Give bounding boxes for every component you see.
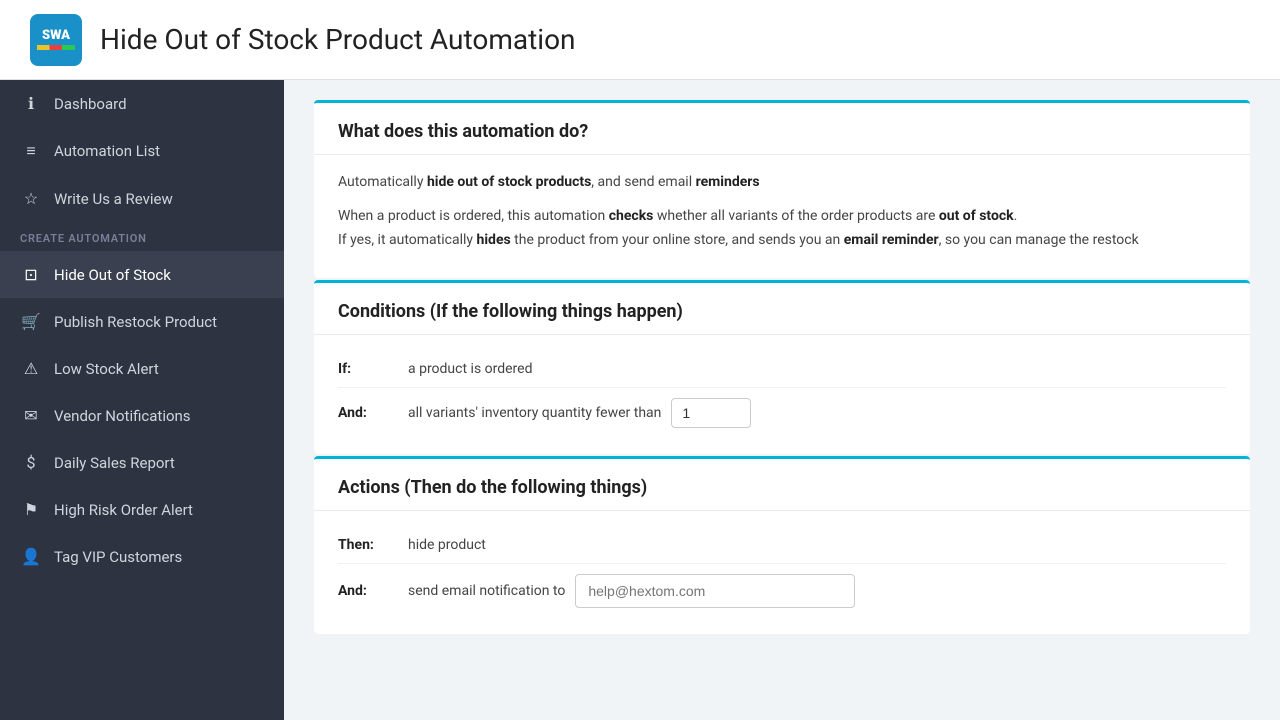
sidebar-item-write-review[interactable]: ☆ Write Us a Review [0,175,284,222]
logo-text: SWA [42,29,70,42]
email-input[interactable] [575,574,855,608]
header: SWA Hide Out of Stock Product Automation [0,0,1280,80]
action-label-1: Then: [338,537,398,553]
page-title: Hide Out of Stock Product Automation [100,23,576,56]
list-icon: ≡ [20,141,42,161]
desc2-bold2: out of stock [939,208,1014,224]
sidebar-label-hide-out-of-stock: Hide Out of Stock [54,266,171,284]
action-row-2: And: send email notification to [338,564,1226,618]
mail-icon: ✉ [20,406,42,425]
main-content: What does this automation do? Automatica… [284,80,1280,720]
actions-card: Actions (Then do the following things) T… [314,456,1250,634]
box-icon: ⊡ [20,265,42,284]
condition-row-1: If: a product is ordered [338,351,1226,388]
sidebar-label-low-stock-alert: Low Stock Alert [54,360,159,378]
sidebar-label-publish-restock: Publish Restock Product [54,313,217,331]
desc1-prefix: Automatically [338,174,427,190]
desc3-bold2: email reminder [844,232,939,248]
desc3-prefix: If yes, it automatically [338,232,477,248]
action-row-1: Then: hide product [338,527,1226,564]
sidebar-label-vendor-notifications: Vendor Notifications [54,407,191,425]
condition-row-2: And: all variants' inventory quantity fe… [338,388,1226,438]
content-area: What does this automation do? Automatica… [284,80,1280,666]
condition-label-1: If: [338,361,398,377]
desc2-prefix: When a product is ordered, this automati… [338,208,609,224]
sidebar: ℹ Dashboard ≡ Automation List ☆ Write Us… [0,80,284,720]
desc2-end: . [1014,208,1018,224]
sidebar-label-daily-sales-report: Daily Sales Report [54,454,175,472]
sidebar-item-hide-out-of-stock[interactable]: ⊡ Hide Out of Stock [0,251,284,298]
sidebar-item-dashboard[interactable]: ℹ Dashboard [0,80,284,127]
desc1-mid: , and send email [591,174,695,190]
actions-heading: Actions (Then do the following things) [338,477,1226,498]
sidebar-item-low-stock-alert[interactable]: ⚠ Low Stock Alert [0,345,284,392]
what-card-header: What does this automation do? [314,103,1250,155]
desc1-bold1: hide out of stock products [427,174,591,190]
person-icon: 👤 [20,547,42,566]
sidebar-label-dashboard: Dashboard [54,95,127,113]
action-label-2: And: [338,583,398,599]
action-text-2: send email notification to [408,583,565,599]
what-card-body: Automatically hide out of stock products… [314,155,1250,278]
warning-icon: ⚠ [20,359,42,378]
desc3-end: , so you can manage the restock [939,232,1139,248]
desc1-bold2: reminders [696,174,760,190]
sidebar-item-daily-sales-report[interactable]: $ Daily Sales Report [0,439,284,486]
desc1: Automatically hide out of stock products… [338,171,1226,195]
sidebar-item-publish-restock[interactable]: 🛒 Publish Restock Product [0,298,284,345]
dollar-icon: $ [20,453,42,472]
desc3-bold1: hides [477,232,511,248]
create-automation-header: CREATE AUTOMATION [0,222,284,251]
quantity-input[interactable] [671,398,751,428]
sidebar-label-high-risk-order-alert: High Risk Order Alert [54,501,193,519]
desc3-mid1: the product from your online store, and … [511,232,844,248]
star-icon: ☆ [20,189,42,208]
condition-label-2: And: [338,405,398,421]
sidebar-label-automation-list: Automation List [54,142,160,160]
conditions-card-body: If: a product is ordered And: all varian… [314,335,1250,454]
what-heading: What does this automation do? [338,121,1226,142]
sidebar-item-high-risk-order-alert[interactable]: ⚑ High Risk Order Alert [0,486,284,533]
info-icon: ℹ [20,94,42,113]
desc2-mid1: whether all variants of the order produc… [653,208,938,224]
logo: SWA [30,14,82,66]
condition-text-1: a product is ordered [408,361,533,377]
sidebar-label-tag-vip-customers: Tag VIP Customers [54,548,182,566]
sidebar-label-write-review: Write Us a Review [54,190,173,208]
conditions-heading: Conditions (If the following things happ… [338,301,1226,322]
conditions-card-header: Conditions (If the following things happ… [314,283,1250,335]
desc2-bold1: checks [609,208,654,224]
sidebar-item-automation-list[interactable]: ≡ Automation List [0,127,284,175]
actions-card-header: Actions (Then do the following things) [314,459,1250,511]
desc2: When a product is ordered, this automati… [338,205,1226,253]
condition-text-2: all variants' inventory quantity fewer t… [408,405,661,421]
logo-bar [37,45,75,50]
action-text-1: hide product [408,537,486,553]
flag-icon: ⚑ [20,500,42,519]
conditions-card: Conditions (If the following things happ… [314,280,1250,454]
sidebar-item-vendor-notifications[interactable]: ✉ Vendor Notifications [0,392,284,439]
sidebar-item-tag-vip-customers[interactable]: 👤 Tag VIP Customers [0,533,284,580]
what-card: What does this automation do? Automatica… [314,100,1250,278]
actions-card-body: Then: hide product And: send email notif… [314,511,1250,634]
layout: ℹ Dashboard ≡ Automation List ☆ Write Us… [0,80,1280,720]
cart-icon: 🛒 [20,312,42,331]
